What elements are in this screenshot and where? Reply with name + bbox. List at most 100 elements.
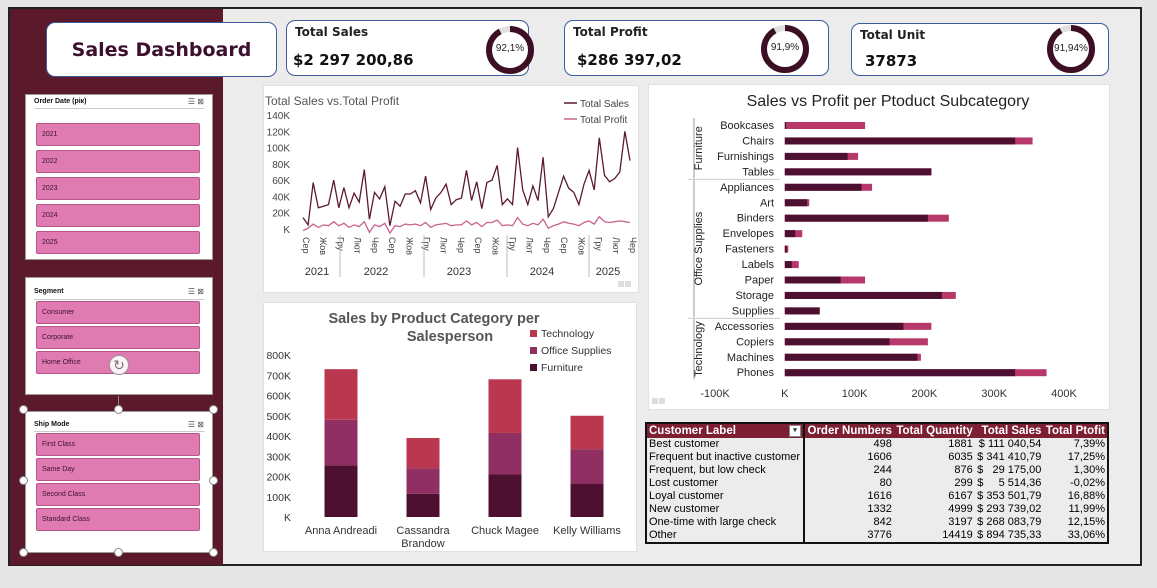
slicer-item-consumer[interactable]: Consumer [36,301,200,324]
slicer-filter-icons[interactable]: ☰ ⊠ [188,420,204,429]
x-tick-label: Жов [318,237,328,255]
table-cell: 1606 [867,451,892,463]
table-cell: 16,88% [1067,490,1105,502]
bar-segment [570,415,604,450]
resize-handle[interactable] [19,548,28,557]
table-cell: -0,02% [1070,477,1105,489]
expand-icon [618,281,624,287]
slicer-item-2021[interactable]: 2021 [36,123,200,146]
kpi-label: Total Sales [295,25,369,39]
kpi-total-profit[interactable]: Total Profit $286 397,02 91,9% [564,20,829,76]
slicer-filter-icons[interactable]: ☰ ⊠ [188,287,204,296]
x-tick-label: Лют [611,237,621,254]
resize-handle[interactable] [209,405,218,414]
bar-profit [784,338,890,346]
table-cell: $ 353 501,79 [977,490,1042,502]
resize-handle[interactable] [114,405,123,414]
x-category-label: Chuck Magee [471,525,539,537]
x-tick-label: Жов [404,237,414,255]
x-tick-label: Гру [421,237,431,251]
legend-label: Furniture [541,362,583,374]
category-label: Accessories [715,321,775,333]
category-label: Storage [735,290,774,302]
table-cell: 11,99% [1068,503,1106,515]
legend-swatch [530,330,537,337]
kpi-percent: 92,1% [495,43,525,54]
x-tick-label: Лют [439,237,449,254]
slicer-item-standard-class[interactable]: Standard Class [36,508,200,531]
slicer-segment[interactable]: Segment ☰ ⊠ Consumer Corporate Home Offi… [25,277,213,395]
slicer-order-date[interactable]: Order Date (рік) ☰ ⊠ 2021 2022 2023 2024… [25,94,213,260]
x-tick-label: -100K [700,388,730,400]
slicer-item-first-class[interactable]: First Class [36,433,200,456]
table-cell: 3197 [948,516,973,528]
clear-filter-icon[interactable]: ⊠ [197,420,204,429]
clear-filter-icon[interactable]: ⊠ [197,97,204,106]
slicer-filter-icons[interactable]: ☰ ⊠ [188,97,204,106]
bar-profit [784,261,792,269]
kpi-value: $2 297 200,86 [293,51,414,69]
bar-segment [488,474,522,517]
y-tick-label: 100K [267,144,291,155]
resize-handle[interactable] [114,548,123,557]
table-cell: Loyal customer [646,490,805,503]
table-row: Lost customer 80 299 $ 5 514,36 -0,02% [646,477,1108,490]
slicer-item-corporate[interactable]: Corporate [36,326,200,349]
group-label: Furniture [693,126,705,170]
table-row: Loyal customer 1616 6167 $ 353 501,79 16,88% [646,490,1108,503]
table-cell: 80 [879,477,892,489]
slicer-item-2023[interactable]: 2023 [36,177,200,200]
table-cell: $ 268 083,79 [977,516,1042,528]
slicer-item-same-day[interactable]: Same Day [36,458,200,481]
slicer-item-second-class[interactable]: Second Class [36,483,200,506]
legend-label: Technology [541,328,595,340]
x-tick-label: Лют [525,237,535,254]
resize-handle[interactable] [19,405,28,414]
chart-title: Sales vs Profit per Ptoduct Subcategory [747,93,1030,110]
table-cell: 1332 [867,503,892,515]
kpi-value: 37873 [865,52,918,70]
series-line [302,131,631,227]
bar-segment [324,419,358,466]
table-row: One-time with large check 842 3197 $ 268 08… [646,516,1108,529]
divider [34,108,204,109]
resize-handle[interactable] [209,476,218,485]
resize-handle[interactable] [19,476,28,485]
resize-handle[interactable] [209,548,218,557]
x-tick-label: 400K [1051,388,1077,400]
bar-profit [784,199,808,207]
slicer-item-2025[interactable]: 2025 [36,231,200,254]
slicer-item-2022[interactable]: 2022 [36,150,200,173]
slicer-ship-mode[interactable]: Ship Mode ☰ ⊠ First Class Same Day Secon… [25,411,213,553]
bar-profit [784,276,841,284]
expand-icon [652,398,658,404]
kpi-total-unit[interactable]: Total Unit 37873 91,94% [851,23,1109,76]
table-cell: 1,30% [1073,464,1105,476]
rotate-icon[interactable]: ↻ [109,355,129,375]
filter-icon[interactable]: ☰ [188,97,195,106]
table-cell: 17,25% [1067,451,1105,463]
bar-profit [784,168,932,176]
table-cell: Best customer [646,438,805,451]
category-label: Art [760,197,774,209]
category-label: Machines [727,352,775,364]
title-card: Sales Dashboard [46,22,277,77]
dropdown-icon[interactable]: ▾ [789,425,801,437]
x-tick-label: Жов [576,237,586,255]
y-tick-label: 400K [266,431,291,443]
col-customer-label[interactable]: Customer Label ▾ [646,423,805,438]
slicer-item-2024[interactable]: 2024 [36,204,200,227]
table-cell: $ 894 735,33 [977,529,1042,541]
kpi-total-sales[interactable]: Total Sales $2 297 200,86 92,1% [286,20,534,76]
y-tick-label: 100K [266,492,291,504]
bar-segment [488,379,522,433]
filter-icon[interactable]: ☰ [188,420,195,429]
filter-icon[interactable]: ☰ [188,287,195,296]
kpi-label: Total Unit [860,28,926,42]
bar-segment [406,493,440,517]
table-cell: New customer [646,503,805,516]
table-cell: $ 341 410,79 [977,451,1042,463]
chart-title-line2: Salesperson [407,329,493,345]
clear-filter-icon[interactable]: ⊠ [197,287,204,296]
bar-profit [784,369,1016,377]
